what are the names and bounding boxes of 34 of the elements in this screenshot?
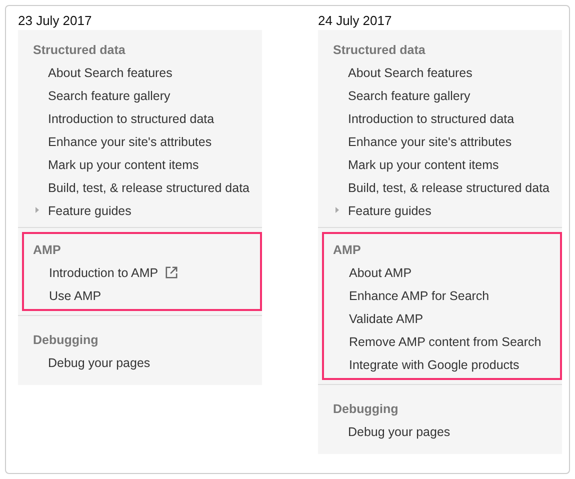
nav-link[interactable]: About Search features bbox=[48, 66, 172, 80]
nav-link[interactable]: Debug your pages bbox=[48, 356, 150, 370]
nav-link[interactable]: Remove AMP content from Search bbox=[349, 334, 542, 348]
expand-arrow-icon[interactable] bbox=[34, 207, 40, 213]
nav-link[interactable]: About Search features bbox=[348, 66, 472, 80]
nav-link[interactable]: About AMP bbox=[349, 266, 412, 280]
nav-link[interactable]: Search feature gallery bbox=[48, 88, 170, 102]
nav-link[interactable]: Integrate with Google products bbox=[349, 358, 520, 372]
expand-arrow-icon[interactable] bbox=[334, 207, 340, 213]
nav-link[interactable]: Feature guides bbox=[48, 204, 132, 218]
section-title: AMP bbox=[332, 242, 362, 259]
nav-link[interactable]: Use AMP bbox=[49, 288, 102, 302]
nav-link[interactable]: Introduction to structured data bbox=[348, 112, 514, 126]
nav-link[interactable]: Validate AMP bbox=[349, 312, 424, 326]
nav-link[interactable]: Debug your pages bbox=[348, 424, 450, 438]
nav-link[interactable]: Search feature gallery bbox=[348, 88, 470, 102]
nav-link[interactable]: Enhance your site's attributes bbox=[48, 134, 212, 148]
nav-link[interactable]: Introduction to AMP bbox=[49, 266, 158, 280]
nav-link[interactable]: Enhance AMP for Search bbox=[349, 288, 490, 302]
section-title: Structured data bbox=[32, 42, 126, 59]
nav-link[interactable]: Mark up your content items bbox=[48, 158, 199, 172]
nav-link[interactable]: Mark up your content items bbox=[348, 158, 499, 172]
nav-link[interactable]: Build, test, & release structured data bbox=[48, 180, 250, 194]
external-link-icon bbox=[165, 266, 178, 279]
nav-link[interactable]: Feature guides bbox=[348, 204, 432, 218]
section-title: AMP bbox=[32, 242, 62, 259]
nav-link[interactable]: Build, test, & release structured data bbox=[348, 180, 550, 194]
nav-link[interactable]: Enhance your site's attributes bbox=[348, 134, 512, 148]
date-label: 24 July 2017 bbox=[318, 13, 393, 30]
section-title: Debugging bbox=[32, 332, 100, 349]
section-title: Structured data bbox=[332, 42, 426, 59]
nav-link[interactable]: Introduction to structured data bbox=[48, 112, 214, 126]
date-label: 23 July 2017 bbox=[18, 13, 93, 30]
section-title: Debugging bbox=[332, 401, 400, 418]
